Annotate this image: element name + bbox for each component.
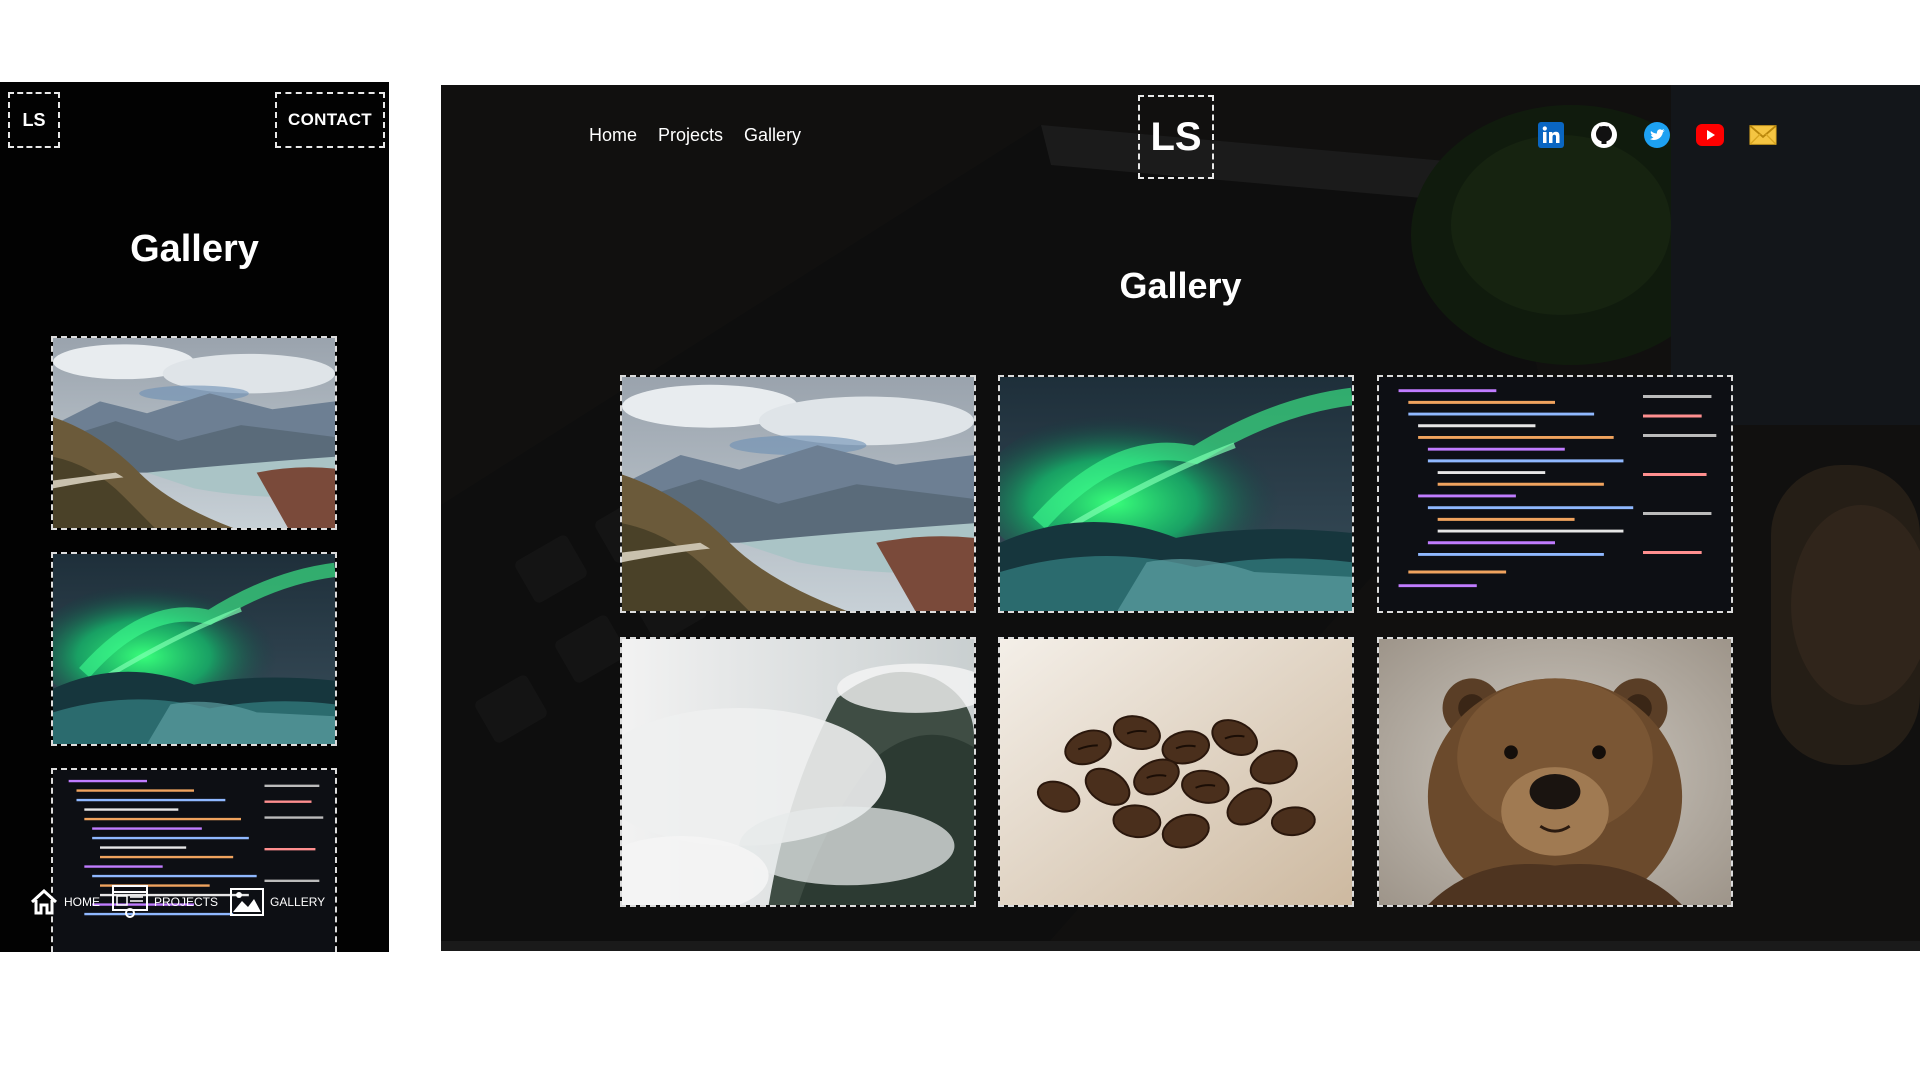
- desktop-mockup: Home Projects Gallery LS Gallery: [441, 85, 1920, 951]
- home-icon: [30, 889, 58, 915]
- mobile-mockup: LS CONTACT Gallery HOME PROJECTS GALLERY: [0, 82, 389, 952]
- bottom-nav: HOME PROJECTS GALLERY: [30, 876, 360, 928]
- social-links: [1537, 121, 1777, 149]
- nav-home[interactable]: Home: [589, 125, 637, 146]
- gallery-image-bear[interactable]: [1377, 637, 1733, 907]
- page-title: Gallery: [130, 228, 259, 270]
- gallery-image-code[interactable]: [1377, 375, 1733, 613]
- bottom-nav-home-label: HOME: [64, 895, 100, 909]
- bottom-nav-gallery-label: GALLERY: [270, 895, 326, 909]
- taskbar-strip: [441, 941, 1920, 951]
- gallery-image-aurora[interactable]: [998, 375, 1354, 613]
- contact-button[interactable]: CONTACT: [275, 92, 385, 148]
- gallery-image-mountain-lake[interactable]: [51, 336, 337, 530]
- gallery-icon: [230, 888, 265, 916]
- bottom-nav-home[interactable]: HOME: [30, 889, 100, 915]
- youtube-icon[interactable]: [1696, 121, 1724, 149]
- github-icon[interactable]: [1590, 121, 1618, 149]
- gallery-image-coffee-beans[interactable]: [998, 637, 1354, 907]
- page-title: Gallery: [1119, 265, 1242, 306]
- nav-gallery[interactable]: Gallery: [744, 125, 801, 146]
- nav-projects[interactable]: Projects: [658, 125, 723, 146]
- gallery-image-misty-forest[interactable]: [620, 637, 976, 907]
- bottom-nav-gallery[interactable]: GALLERY: [230, 888, 325, 916]
- projects-icon: [112, 885, 148, 919]
- twitter-icon[interactable]: [1643, 121, 1671, 149]
- gallery-image-mountain-lake[interactable]: [620, 375, 976, 613]
- linkedin-icon[interactable]: [1537, 121, 1565, 149]
- bottom-nav-projects-label: PROJECTS: [154, 895, 219, 909]
- bottom-nav-projects[interactable]: PROJECTS: [112, 885, 218, 919]
- logo[interactable]: LS: [1138, 95, 1214, 179]
- gallery-image-aurora[interactable]: [51, 552, 337, 746]
- top-nav: Home Projects Gallery: [589, 125, 801, 146]
- logo[interactable]: LS: [8, 92, 60, 148]
- mail-icon[interactable]: [1749, 121, 1777, 149]
